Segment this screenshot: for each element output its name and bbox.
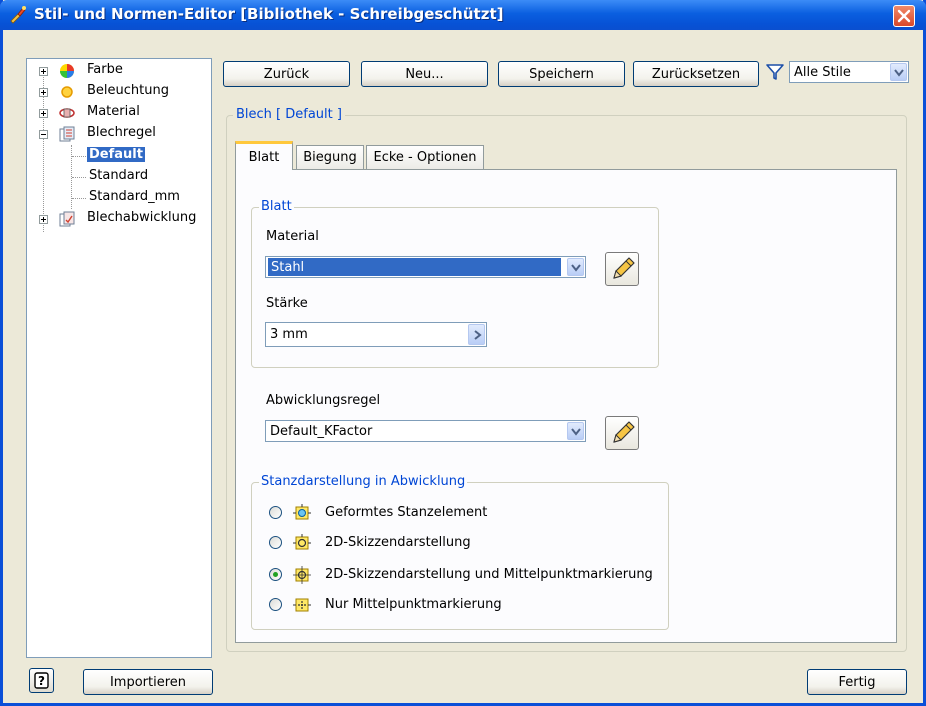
tree-item-blechregel[interactable]: Blechregel [27, 124, 207, 144]
import-button[interactable]: Importieren [83, 669, 213, 695]
new-button[interactable]: Neu... [361, 61, 488, 87]
tree-item-standard[interactable]: Standard [27, 167, 207, 187]
style-tree[interactable]: Farbe Beleuchtung Material Blechregel De… [26, 58, 212, 658]
tree-label: Farbe [87, 62, 123, 77]
tree-item-standard-mm[interactable]: Standard_mm [27, 188, 207, 208]
tree-item-farbe[interactable]: Farbe [27, 61, 207, 81]
title-bar[interactable]: Stil- und Normen-Editor [Bibliothek - Sc… [0, 0, 926, 30]
style-filter-select[interactable]: Alle Stile [789, 61, 909, 83]
back-button[interactable]: Zurück [223, 61, 350, 87]
chevron-down-icon [571, 428, 581, 436]
flat-pattern-icon [59, 211, 75, 227]
tree-label: Blechabwicklung [87, 210, 197, 225]
edit-unfold-rule-button[interactable] [605, 416, 639, 450]
expand-icon[interactable] [39, 215, 48, 224]
close-icon [897, 9, 911, 23]
dropdown-arrow[interactable] [890, 63, 907, 81]
tree-item-material[interactable]: Material [27, 103, 207, 123]
tree-label: Beleuchtung [87, 83, 169, 98]
thickness-value: 3 mm [270, 327, 308, 342]
tree-item-beleuchtung[interactable]: Beleuchtung [27, 82, 207, 102]
center-mark-icon [293, 598, 311, 612]
sketch-center-punch-icon [293, 566, 311, 584]
center-mark-label: Nur Mittelpunktmarkierung [325, 597, 502, 612]
tree-item-blechabwicklung[interactable]: Blechabwicklung [27, 209, 207, 229]
close-button[interactable] [893, 5, 915, 27]
punch-group-label: Stanzdarstellung in Abwicklung [259, 474, 468, 489]
sketch-center-punch-label: 2D-Skizzendarstellung und Mittelpunktmar… [325, 567, 653, 582]
material-label: Material [266, 229, 319, 244]
radio-sketch[interactable] [269, 536, 282, 549]
expand-icon[interactable] [39, 67, 48, 76]
dropdown-arrow[interactable] [567, 258, 584, 276]
radio-sketch-center[interactable] [269, 568, 282, 581]
sheet-rule-icon [59, 126, 75, 142]
tab-blatt[interactable]: Blatt [235, 141, 293, 170]
sheet-group-label: Blatt [259, 199, 294, 214]
dialog-window: Stil- und Normen-Editor [Bibliothek - Sc… [0, 0, 926, 706]
light-bulb-icon [61, 86, 73, 98]
reset-button[interactable]: Zurücksetzen [633, 61, 759, 87]
material-value: Stahl [268, 258, 561, 276]
radio-center-mark[interactable] [269, 598, 282, 611]
chevron-right-icon [474, 330, 482, 340]
tree-label: Standard [89, 168, 149, 183]
style-filter-value: Alle Stile [794, 64, 851, 80]
save-button[interactable]: Speichern [498, 61, 625, 87]
help-button[interactable]: ? [29, 668, 54, 693]
expand-icon[interactable] [39, 88, 48, 97]
thickness-expand-button[interactable] [468, 324, 485, 345]
app-icon [10, 6, 26, 24]
formed-punch-icon [293, 504, 311, 520]
color-wheel-icon [60, 64, 74, 78]
unfold-rule-value: Default_KFactor [270, 423, 373, 439]
unfold-rule-label: Abwicklungsregel [266, 393, 381, 408]
pencil-icon [613, 421, 635, 443]
window-title: Stil- und Normen-Editor [Bibliothek - Sc… [34, 5, 504, 23]
unfold-rule-select[interactable]: Default_KFactor [265, 420, 586, 442]
collapse-icon[interactable] [39, 130, 48, 139]
done-button[interactable]: Fertig [807, 669, 907, 695]
chevron-down-icon [571, 264, 581, 272]
tree-label: Blechregel [87, 125, 156, 140]
filter-icon [766, 64, 784, 80]
thickness-field[interactable]: 3 mm [265, 322, 487, 347]
tree-label: Standard_mm [89, 189, 180, 204]
svg-text:?: ? [38, 674, 45, 688]
radio-formed[interactable] [269, 506, 282, 519]
style-group-label: Blech [ Default ] [233, 107, 345, 122]
chevron-down-icon [894, 69, 904, 77]
tab-ecke-optionen[interactable]: Ecke - Optionen [366, 145, 484, 169]
dropdown-arrow[interactable] [567, 422, 584, 440]
material-icon [59, 108, 75, 118]
thickness-label: Stärke [266, 296, 308, 311]
expand-icon[interactable] [39, 109, 48, 118]
tree-label: Default [87, 147, 145, 162]
material-select[interactable]: Stahl [265, 256, 586, 278]
pencil-icon [613, 257, 635, 279]
help-icon: ? [34, 672, 49, 689]
tree-item-default[interactable]: Default [27, 146, 207, 166]
sketch-punch-label: 2D-Skizzendarstellung [325, 535, 471, 550]
edit-material-button[interactable] [605, 252, 639, 286]
tree-label: Material [87, 104, 140, 119]
tab-biegung[interactable]: Biegung [296, 145, 364, 169]
formed-punch-label: Geformtes Stanzelement [325, 505, 488, 520]
sketch-punch-icon [293, 534, 311, 550]
